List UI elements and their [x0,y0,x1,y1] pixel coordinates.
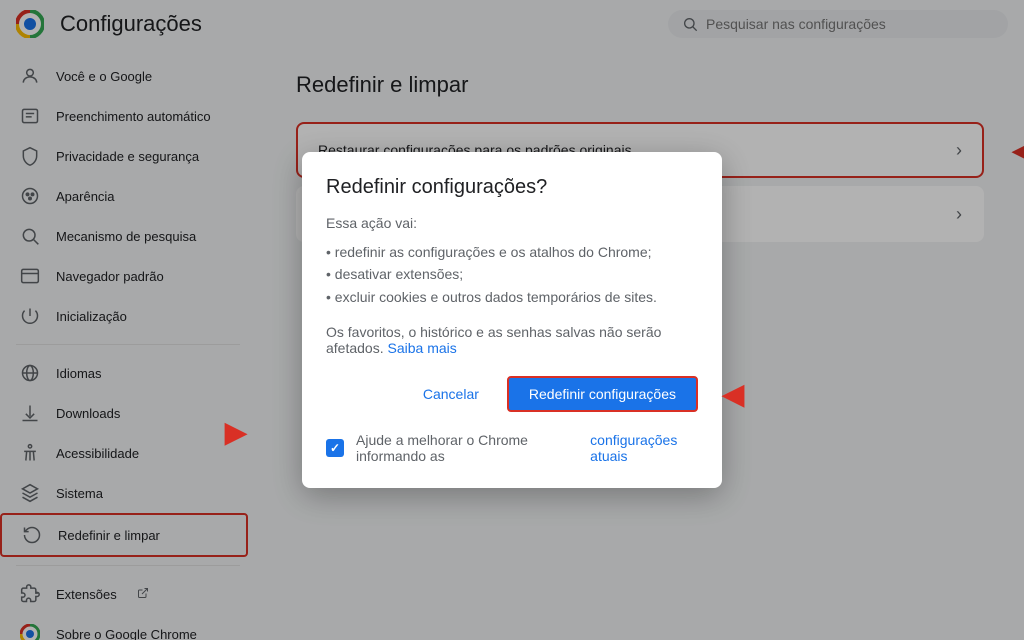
cancel-button[interactable]: Cancelar [403,376,499,412]
dialog-buttons: Cancelar Redefinir configurações ◀ [326,376,698,412]
checkmark-icon: ✓ [330,441,340,455]
bullet-2: • desativar extensões; [326,263,698,285]
help-checkbox[interactable]: ✓ [326,439,344,457]
learn-more-link[interactable]: Saiba mais [388,340,457,356]
dialog-overlay: Redefinir configurações? Essa ação vai: … [0,0,1024,640]
dialog-note: Os favoritos, o histórico e as senhas sa… [326,324,698,356]
dialog-subtitle: Essa ação vai: [326,215,698,231]
arrow-annotation-button: ◀ [722,378,744,411]
reset-dialog: Redefinir configurações? Essa ação vai: … [302,152,722,488]
dialog-title: Redefinir configurações? [326,176,698,199]
bullet-3: • excluir cookies e outros dados temporá… [326,286,698,308]
dialog-checkbox-row: ✓ Ajude a melhorar o Chrome informando a… [326,432,698,464]
checkbox-link[interactable]: configurações atuais [590,432,698,464]
checkbox-text: Ajude a melhorar o Chrome informando as [356,432,578,464]
bullet-1: • redefinir as configurações e os atalho… [326,241,698,263]
dialog-note-text: Os favoritos, o histórico e as senhas sa… [326,324,661,356]
reset-button[interactable]: Redefinir configurações [507,376,698,412]
dialog-body: • redefinir as configurações e os atalho… [326,241,698,308]
